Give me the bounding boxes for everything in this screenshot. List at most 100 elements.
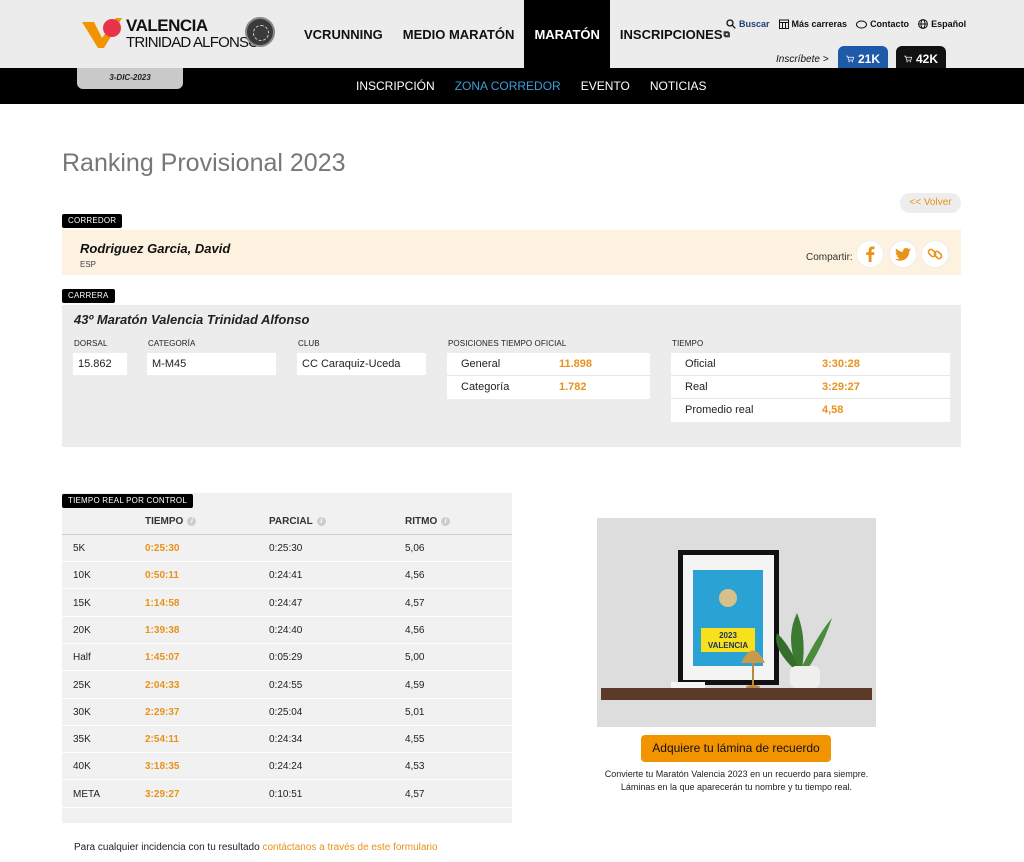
split-tiempo: 2:04:33 (145, 679, 180, 691)
site-logo[interactable]: VALENCIA TRINIDAD ALFONSO (80, 14, 280, 54)
poster-promo-image[interactable]: 2023 VALENCIA (597, 518, 876, 727)
plant-pot (790, 666, 820, 688)
split-ritmo: 4,56 (405, 570, 425, 582)
split-point: 5K (73, 543, 86, 554)
split-row: 25K 2:04:33 0:24:55 4,59 (62, 672, 512, 699)
club-label: CLUB (298, 339, 320, 348)
more-races-label: Más carreras (791, 19, 848, 29)
split-point: 10K (73, 570, 91, 582)
share-facebook-button[interactable] (856, 240, 884, 268)
split-ritmo: 4,59 (405, 679, 425, 691)
col-tiempo-label: TIEMPO (145, 516, 184, 527)
dorsal-value: 15.862 (73, 353, 127, 375)
subnav-inscripcion[interactable]: INSCRIPCIÓN (356, 79, 435, 93)
split-point: 30K (73, 706, 91, 718)
col-parcial: PARCIAL i (269, 516, 326, 527)
external-link-icon: ⧉ (723, 28, 730, 39)
split-parcial: 0:25:04 (269, 706, 303, 718)
subnav-evento[interactable]: EVENTO (581, 79, 630, 93)
race-name: 43º Maratón Valencia Trinidad Alfonso (74, 312, 310, 327)
info-icon[interactable]: i (316, 517, 326, 526)
top-header: VALENCIA TRINIDAD ALFONSO VCRUNNING MEDI… (0, 0, 1024, 72)
share-twitter-button[interactable] (889, 240, 917, 268)
info-icon[interactable]: i (441, 517, 451, 526)
categoria-label: CATEGORÍA (148, 339, 196, 348)
nav-inscripciones[interactable]: INSCRIPCIONES ⧉ (610, 0, 740, 68)
time-oficial-label: Oficial (685, 358, 716, 370)
runner-section-tag: CORREDOR (62, 214, 123, 228)
split-row: 30K 2:29:37 0:25:04 5,01 (62, 699, 512, 726)
share-link-button[interactable] (921, 240, 949, 268)
info-icon[interactable]: i (187, 517, 197, 526)
split-point: 25K (73, 679, 91, 691)
split-parcial: 0:24:34 (269, 734, 303, 746)
split-tiempo: 0:25:30 (145, 543, 180, 554)
time-promedio-value: 4,58 (822, 404, 844, 416)
utility-links: Buscar Más carreras Contacto Español (726, 19, 966, 29)
split-tiempo: 2:29:37 (145, 706, 180, 718)
split-parcial: 0:10:51 (269, 788, 303, 800)
time-real-label: Real (685, 381, 708, 393)
footer-text: Para cualquier incidencia con tu resulta… (74, 842, 263, 853)
split-row: 5K 0:25:30 0:25:30 5,06 (62, 535, 512, 562)
time-row-real: Real 3:29:27 (671, 376, 950, 399)
search-link[interactable]: Buscar (726, 19, 770, 29)
runner-name: Rodriguez Garcia, David (80, 241, 231, 256)
position-categoria-value: 1.782 (559, 381, 587, 393)
split-point: META (73, 788, 101, 800)
col-ritmo-label: RITMO (405, 516, 438, 527)
col-tiempo: TIEMPO i (145, 516, 197, 527)
share-label: Compartir: (806, 252, 853, 263)
tiempo-label: TIEMPO (672, 339, 704, 348)
split-tiempo: 2:54:11 (145, 734, 179, 746)
split-ritmo: 4,55 (405, 734, 425, 746)
subnav-noticias[interactable]: NOTICIAS (650, 79, 707, 93)
contact-link[interactable]: Contacto (856, 19, 909, 29)
language-selector[interactable]: Español (918, 19, 966, 29)
back-button[interactable]: << Volver (900, 193, 961, 213)
nav-maraton[interactable]: MARATÓN (524, 0, 610, 68)
contact-form-link[interactable]: contáctanos a través de este formulario (262, 842, 437, 853)
split-point: 35K (73, 734, 91, 746)
facebook-icon (866, 246, 875, 262)
positions-table: General 11.898 Categoría 1.782 (447, 353, 650, 399)
subnav-zona-corredor[interactable]: ZONA CORREDOR (455, 79, 561, 93)
split-row: 35K 2:54:11 0:24:34 4,55 (62, 726, 512, 754)
runner-panel: Rodriguez Garcia, David ESP Compartir: (62, 230, 961, 275)
runner-country: ESP (80, 260, 97, 269)
page-title: Ranking Provisional 2023 (62, 149, 346, 177)
position-row-general: General 11.898 (447, 353, 650, 376)
nav-medio-maraton[interactable]: MEDIO MARATÓN (393, 0, 525, 68)
position-row-categoria: Categoría 1.782 (447, 376, 650, 399)
logo-text-valencia: VALENCIA (126, 16, 208, 35)
split-parcial: 0:24:41 (269, 570, 303, 582)
race-date-tab: 3-DIC-2023 (77, 68, 183, 89)
calendar-icon (778, 19, 789, 29)
race-section-tag: CARRERA (62, 289, 115, 303)
search-icon (726, 19, 736, 29)
col-parcial-label: PARCIAL (269, 516, 313, 527)
split-tiempo: 1:14:58 (145, 597, 180, 609)
nav-vcrunning[interactable]: VCRUNNING (294, 0, 393, 68)
poster-city: VALENCIA (708, 641, 749, 650)
split-ritmo: 4,53 (405, 761, 425, 773)
search-label: Buscar (739, 19, 770, 29)
split-parcial: 0:24:24 (269, 761, 303, 773)
chat-icon (856, 20, 868, 28)
col-ritmo: RITMO i (405, 516, 451, 527)
poster-description-line2: Láminas en la que aparecerán tu nombre y… (620, 782, 853, 792)
buy-poster-button[interactable]: Adquiere tu lámina de recuerdo (641, 735, 831, 762)
split-parcial: 0:25:30 (269, 543, 303, 554)
footer-note: Para cualquier incidencia con tu resulta… (74, 842, 438, 853)
logo-badge-icon (82, 18, 122, 48)
positions-label: POSICIONES TIEMPO OFICIAL (448, 339, 567, 348)
time-promedio-label: Promedio real (685, 404, 754, 416)
split-ritmo: 4,57 (405, 788, 425, 800)
more-races-link[interactable]: Más carreras (778, 19, 848, 29)
split-row: 20K 1:39:38 0:24:40 4,56 (62, 617, 512, 644)
poster-year: 2023 (719, 631, 737, 640)
categoria-value: M-M45 (147, 353, 276, 375)
position-categoria-label: Categoría (461, 381, 510, 393)
time-real-value: 3:29:27 (822, 381, 860, 393)
nav-maraton-label: MARATÓN (534, 26, 600, 42)
